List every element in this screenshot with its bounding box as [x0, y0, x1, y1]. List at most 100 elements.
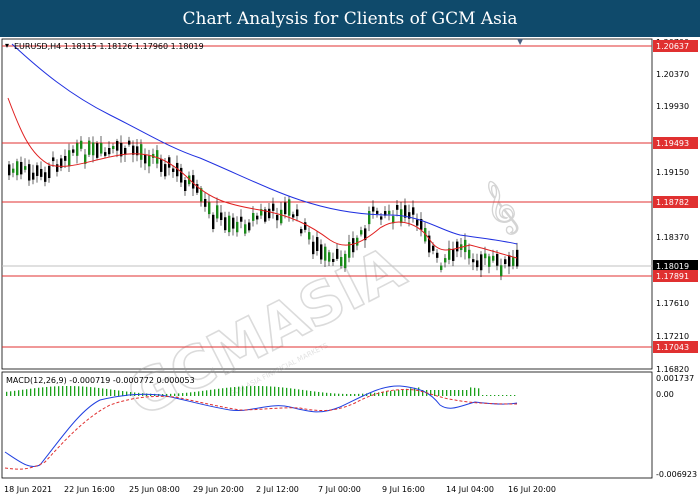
macd-bar	[330, 393, 332, 396]
macd-bar	[186, 392, 188, 396]
candle-body	[508, 255, 511, 267]
macd-bar	[418, 387, 420, 396]
shift-marker-icon[interactable]: ▼	[517, 37, 524, 46]
price-tick: 1.16820	[656, 365, 689, 374]
price-tick: 1.20370	[656, 70, 689, 79]
macd-bar	[318, 391, 320, 396]
macd-bar	[242, 386, 244, 396]
macd-bar	[446, 390, 448, 396]
candle-body	[232, 217, 235, 229]
macd-bar	[334, 393, 336, 396]
level-label: 1.18782	[656, 198, 689, 207]
macd-bar	[278, 387, 280, 396]
candle-body	[236, 221, 239, 233]
candle-body	[216, 205, 219, 219]
candle-body	[468, 249, 471, 259]
macd-bar	[170, 393, 172, 396]
macd-bar	[470, 387, 472, 396]
candle-body	[492, 255, 495, 261]
candle-body	[116, 140, 119, 151]
macd-bar	[326, 392, 328, 396]
macd-bar	[46, 386, 48, 396]
macd-bar	[306, 390, 308, 396]
candle-body	[12, 168, 15, 173]
macd-bar	[450, 390, 452, 396]
candle-body	[64, 155, 67, 161]
candle-body	[272, 203, 275, 211]
candle-body	[56, 164, 59, 172]
macd-bar	[270, 386, 272, 396]
macd-bar	[342, 393, 344, 396]
macd-bar	[58, 386, 60, 396]
candle-body	[32, 172, 35, 180]
candle-body	[72, 149, 75, 153]
candle-body	[444, 258, 447, 263]
candle-body	[164, 164, 167, 177]
macd-bar	[218, 388, 220, 396]
candle-body	[148, 155, 151, 167]
macd-bar	[198, 391, 200, 396]
macd-bar	[358, 393, 360, 396]
candle-body	[416, 219, 419, 226]
macd-label: MACD(12,26,9) -0.000719 -0.000772 0.0000…	[6, 376, 195, 385]
candle-body	[352, 238, 355, 253]
macd-bar	[14, 390, 16, 396]
candle-body	[220, 212, 223, 221]
macd-bar	[398, 389, 400, 396]
macd-bar	[118, 390, 120, 396]
candle-body	[100, 143, 103, 154]
symbol-info: EURUSD,H4 1.18115 1.18126 1.17960 1.1801…	[14, 42, 204, 51]
candle-body	[180, 167, 183, 183]
macd-bar	[6, 391, 8, 396]
macd-panel	[1, 371, 653, 479]
candle-body	[112, 145, 115, 150]
time-tick: 29 Jun 20:00	[193, 485, 244, 494]
candle-body	[128, 140, 131, 145]
macd-bar	[338, 393, 340, 396]
chart-canvas[interactable]: GCMASIA GCM ASIA FINANCIAL MARKETS 𝄞 1.2…	[0, 0, 700, 500]
candle-body	[44, 172, 47, 182]
macd-bar	[70, 386, 72, 396]
time-tick: 7 Jul 00:00	[318, 485, 361, 494]
candle-body	[312, 241, 315, 255]
macd-bar	[462, 390, 464, 396]
macd-bar	[30, 388, 32, 396]
macd-tick: 0.00	[656, 390, 674, 399]
macd-bar	[402, 389, 404, 396]
candle-body	[252, 212, 255, 221]
candle-body	[300, 229, 303, 234]
macd-bar	[226, 387, 228, 396]
macd-bar	[26, 389, 28, 396]
macd-bar	[514, 395, 516, 396]
macd-bar	[298, 389, 300, 396]
macd-bar	[458, 390, 460, 396]
macd-bar	[494, 395, 496, 396]
candle-body	[8, 164, 11, 176]
macd-bar	[222, 388, 224, 396]
candle-body	[320, 244, 323, 260]
macd-bar	[350, 393, 352, 396]
macd-bar	[302, 389, 304, 396]
macd-bar	[394, 390, 396, 396]
candle-body	[240, 216, 243, 222]
candle-body	[360, 230, 363, 235]
macd-bar	[258, 386, 260, 396]
arrow-down-icon[interactable]: ▾	[5, 41, 9, 50]
macd-bar	[354, 393, 356, 396]
candle-body	[36, 165, 39, 176]
candle-body	[68, 150, 71, 167]
macd-bar	[478, 388, 480, 396]
macd-bar	[474, 387, 476, 396]
candle-body	[284, 202, 287, 215]
candle-body	[172, 168, 175, 172]
candle-body	[276, 214, 279, 221]
candle-body	[316, 237, 319, 251]
candle-body	[20, 161, 23, 175]
candle-body	[292, 214, 295, 218]
macd-bar	[486, 395, 488, 396]
candle-body	[244, 224, 247, 234]
candle-body	[456, 241, 459, 252]
macd-bar	[310, 390, 312, 396]
macd-bar	[78, 386, 80, 396]
macd-bar	[386, 391, 388, 396]
